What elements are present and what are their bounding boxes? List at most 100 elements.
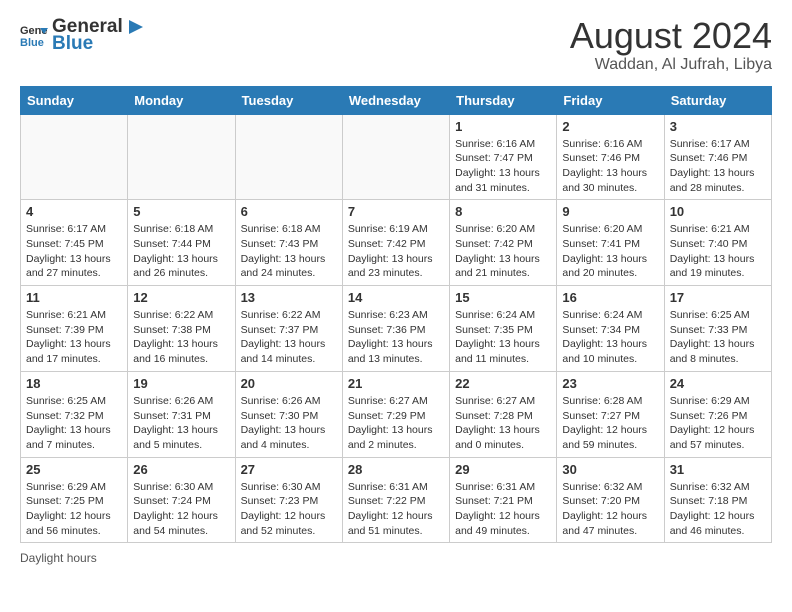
calendar-cell: 18 Sunrise: 6:25 AM Sunset: 7:32 PM Dayli… <box>21 371 128 457</box>
day-info: Sunrise: 6:29 AM Sunset: 7:26 PM Dayligh… <box>670 394 766 453</box>
calendar-cell <box>235 114 342 200</box>
header-row: SundayMondayTuesdayWednesdayThursdayFrid… <box>21 86 772 114</box>
calendar-cell: 28 Sunrise: 6:31 AM Sunset: 7:22 PM Dayli… <box>342 457 449 543</box>
day-number: 29 <box>455 462 551 477</box>
day-info: Sunrise: 6:22 AM Sunset: 7:38 PM Dayligh… <box>133 308 229 367</box>
calendar-cell: 30 Sunrise: 6:32 AM Sunset: 7:20 PM Dayli… <box>557 457 664 543</box>
calendar-cell: 3 Sunrise: 6:17 AM Sunset: 7:46 PM Daylig… <box>664 114 771 200</box>
day-number: 15 <box>455 290 551 305</box>
calendar-cell: 19 Sunrise: 6:26 AM Sunset: 7:31 PM Dayli… <box>128 371 235 457</box>
day-of-week-header: Saturday <box>664 86 771 114</box>
calendar-week-row: 18 Sunrise: 6:25 AM Sunset: 7:32 PM Dayli… <box>21 371 772 457</box>
calendar-cell: 27 Sunrise: 6:30 AM Sunset: 7:23 PM Dayli… <box>235 457 342 543</box>
calendar-table: SundayMondayTuesdayWednesdayThursdayFrid… <box>20 86 772 544</box>
day-number: 6 <box>241 204 337 219</box>
day-number: 12 <box>133 290 229 305</box>
calendar-cell: 12 Sunrise: 6:22 AM Sunset: 7:38 PM Dayli… <box>128 286 235 372</box>
day-info: Sunrise: 6:24 AM Sunset: 7:34 PM Dayligh… <box>562 308 658 367</box>
day-number: 3 <box>670 119 766 134</box>
day-info: Sunrise: 6:24 AM Sunset: 7:35 PM Dayligh… <box>455 308 551 367</box>
calendar-cell: 7 Sunrise: 6:19 AM Sunset: 7:42 PM Daylig… <box>342 200 449 286</box>
calendar-cell: 23 Sunrise: 6:28 AM Sunset: 7:27 PM Dayli… <box>557 371 664 457</box>
calendar-week-row: 1 Sunrise: 6:16 AM Sunset: 7:47 PM Daylig… <box>21 114 772 200</box>
calendar-cell: 9Sunrise: 6:20 AM Sunset: 7:41 PM Daylig… <box>557 200 664 286</box>
day-info: Sunrise: 6:32 AM Sunset: 7:20 PM Dayligh… <box>562 480 658 539</box>
logo-triangle <box>125 18 143 36</box>
calendar-cell: 14Sunrise: 6:23 AM Sunset: 7:36 PM Dayli… <box>342 286 449 372</box>
day-info: Sunrise: 6:17 AM Sunset: 7:46 PM Dayligh… <box>670 137 766 196</box>
day-number: 23 <box>562 376 658 391</box>
day-info: Sunrise: 6:22 AM Sunset: 7:37 PM Dayligh… <box>241 308 337 367</box>
calendar-cell: 16 Sunrise: 6:24 AM Sunset: 7:34 PM Dayli… <box>557 286 664 372</box>
day-info: Sunrise: 6:18 AM Sunset: 7:43 PM Dayligh… <box>241 222 337 281</box>
day-number: 13 <box>241 290 337 305</box>
day-info: Sunrise: 6:25 AM Sunset: 7:33 PM Dayligh… <box>670 308 766 367</box>
day-info: Sunrise: 6:31 AM Sunset: 7:21 PM Dayligh… <box>455 480 551 539</box>
day-of-week-header: Sunday <box>21 86 128 114</box>
day-info: Sunrise: 6:25 AM Sunset: 7:32 PM Dayligh… <box>26 394 122 453</box>
day-info: Sunrise: 6:32 AM Sunset: 7:18 PM Dayligh… <box>670 480 766 539</box>
day-info: Sunrise: 6:30 AM Sunset: 7:23 PM Dayligh… <box>241 480 337 539</box>
calendar-cell: 15 Sunrise: 6:24 AM Sunset: 7:35 PM Dayli… <box>450 286 557 372</box>
logo-icon: General Blue <box>20 20 48 48</box>
day-info: Sunrise: 6:28 AM Sunset: 7:27 PM Dayligh… <box>562 394 658 453</box>
day-info: Sunrise: 6:26 AM Sunset: 7:30 PM Dayligh… <box>241 394 337 453</box>
day-info: Sunrise: 6:27 AM Sunset: 7:29 PM Dayligh… <box>348 394 444 453</box>
calendar-cell: 20Sunrise: 6:26 AM Sunset: 7:30 PM Dayli… <box>235 371 342 457</box>
subtitle: Waddan, Al Jufrah, Libya <box>570 56 772 74</box>
day-number: 28 <box>348 462 444 477</box>
calendar-cell: 11 Sunrise: 6:21 AM Sunset: 7:39 PM Dayli… <box>21 286 128 372</box>
day-info: Sunrise: 6:27 AM Sunset: 7:28 PM Dayligh… <box>455 394 551 453</box>
logo-blue: Blue <box>52 36 143 51</box>
calendar-cell: 24 Sunrise: 6:29 AM Sunset: 7:26 PM Dayli… <box>664 371 771 457</box>
day-info: Sunrise: 6:16 AM Sunset: 7:47 PM Dayligh… <box>455 137 551 196</box>
calendar-cell <box>342 114 449 200</box>
calendar-cell: 26 Sunrise: 6:30 AM Sunset: 7:24 PM Dayli… <box>128 457 235 543</box>
day-number: 4 <box>26 204 122 219</box>
calendar-cell: 13 Sunrise: 6:22 AM Sunset: 7:37 PM Dayli… <box>235 286 342 372</box>
calendar-week-row: 4Sunrise: 6:17 AM Sunset: 7:45 PM Daylig… <box>21 200 772 286</box>
day-info: Sunrise: 6:26 AM Sunset: 7:31 PM Dayligh… <box>133 394 229 453</box>
day-number: 27 <box>241 462 337 477</box>
calendar-cell: 5 Sunrise: 6:18 AM Sunset: 7:44 PM Daylig… <box>128 200 235 286</box>
day-number: 21 <box>348 376 444 391</box>
day-number: 16 <box>562 290 658 305</box>
calendar-header: SundayMondayTuesdayWednesdayThursdayFrid… <box>21 86 772 114</box>
day-number: 24 <box>670 376 766 391</box>
calendar-week-row: 25Sunrise: 6:29 AM Sunset: 7:25 PM Dayli… <box>21 457 772 543</box>
calendar-cell <box>128 114 235 200</box>
footer-note: Daylight hours <box>20 551 772 565</box>
day-number: 17 <box>670 290 766 305</box>
calendar-week-row: 11 Sunrise: 6:21 AM Sunset: 7:39 PM Dayli… <box>21 286 772 372</box>
day-of-week-header: Wednesday <box>342 86 449 114</box>
day-info: Sunrise: 6:21 AM Sunset: 7:39 PM Dayligh… <box>26 308 122 367</box>
day-info: Sunrise: 6:31 AM Sunset: 7:22 PM Dayligh… <box>348 480 444 539</box>
day-number: 18 <box>26 376 122 391</box>
day-number: 19 <box>133 376 229 391</box>
calendar-cell: 25Sunrise: 6:29 AM Sunset: 7:25 PM Dayli… <box>21 457 128 543</box>
day-number: 26 <box>133 462 229 477</box>
calendar-cell: 1 Sunrise: 6:16 AM Sunset: 7:47 PM Daylig… <box>450 114 557 200</box>
day-number: 25 <box>26 462 122 477</box>
day-info: Sunrise: 6:23 AM Sunset: 7:36 PM Dayligh… <box>348 308 444 367</box>
day-info: Sunrise: 6:30 AM Sunset: 7:24 PM Dayligh… <box>133 480 229 539</box>
title-area: August 2024 Waddan, Al Jufrah, Libya <box>570 16 772 74</box>
day-info: Sunrise: 6:20 AM Sunset: 7:41 PM Dayligh… <box>562 222 658 281</box>
day-number: 1 <box>455 119 551 134</box>
calendar-cell: 22 Sunrise: 6:27 AM Sunset: 7:28 PM Dayli… <box>450 371 557 457</box>
day-number: 5 <box>133 204 229 219</box>
day-info: Sunrise: 6:18 AM Sunset: 7:44 PM Dayligh… <box>133 222 229 281</box>
day-info: Sunrise: 6:19 AM Sunset: 7:42 PM Dayligh… <box>348 222 444 281</box>
day-number: 30 <box>562 462 658 477</box>
calendar-cell: 4Sunrise: 6:17 AM Sunset: 7:45 PM Daylig… <box>21 200 128 286</box>
calendar-cell: 31Sunrise: 6:32 AM Sunset: 7:18 PM Dayli… <box>664 457 771 543</box>
day-of-week-header: Friday <box>557 86 664 114</box>
day-of-week-header: Tuesday <box>235 86 342 114</box>
day-number: 11 <box>26 290 122 305</box>
calendar-cell: 29 Sunrise: 6:31 AM Sunset: 7:21 PM Dayli… <box>450 457 557 543</box>
calendar-cell: 21 Sunrise: 6:27 AM Sunset: 7:29 PM Dayli… <box>342 371 449 457</box>
calendar-cell: 6 Sunrise: 6:18 AM Sunset: 7:43 PM Daylig… <box>235 200 342 286</box>
day-number: 7 <box>348 204 444 219</box>
svg-text:Blue: Blue <box>20 37 44 48</box>
day-number: 22 <box>455 376 551 391</box>
